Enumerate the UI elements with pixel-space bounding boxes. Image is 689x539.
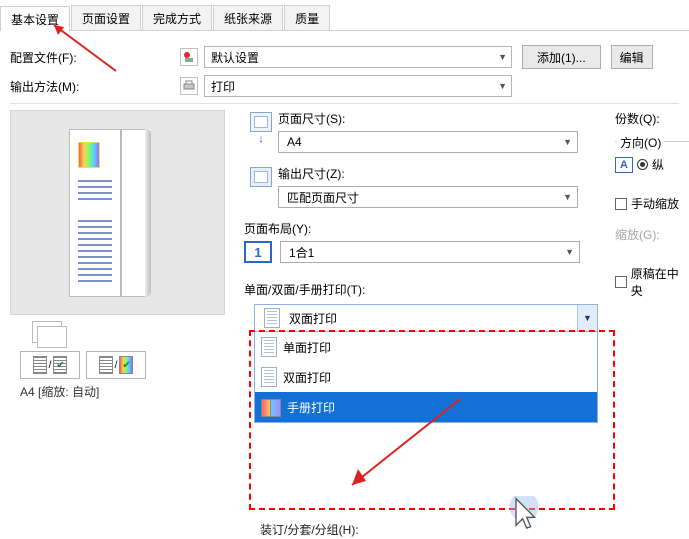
duplex-option-double[interactable]: 双面打印 [255, 362, 597, 392]
portrait-icon: A [615, 157, 633, 173]
single-page-icon [261, 337, 277, 357]
duplex-select[interactable]: 双面打印 ▼ [254, 304, 598, 332]
chevron-down-icon[interactable]: ▼ [577, 305, 597, 331]
edit-button[interactable]: 编辑 [611, 45, 653, 69]
copies-label: 份数(Q): [615, 110, 689, 127]
layout-value: 1合1 [289, 244, 314, 261]
add-button[interactable]: 添加(1)... [522, 45, 601, 69]
option-label: 双面打印 [283, 369, 331, 386]
chevron-down-icon: ▼ [565, 247, 574, 257]
chevron-down-icon: ▼ [563, 137, 572, 147]
binding-label: 装订/分套/分组(H): [260, 521, 359, 538]
page-size-value: A4 [287, 135, 302, 149]
preview-caption: A4 [缩放: 自动] [20, 383, 230, 400]
portrait-radio[interactable] [637, 159, 648, 170]
right-column: 份数(Q): 方向(O) A 纵 手动缩放 缩放(G): 原稿在中央 [615, 110, 689, 313]
output-size-value: 匹配页面尺寸 [287, 189, 359, 206]
option-label: 手册打印 [287, 399, 335, 416]
page-size-select[interactable]: A4 ▼ [278, 131, 578, 153]
original-center-checkbox[interactable] [615, 276, 627, 288]
booklet-icon [261, 399, 281, 415]
mono-toggle-left[interactable]: / [20, 351, 80, 379]
preview-pane: / / A4 [缩放: 自动] [0, 110, 230, 435]
profile-icon [180, 48, 198, 66]
orientation-label: 方向(O) [617, 134, 664, 151]
double-page-icon [261, 367, 277, 387]
printer-icon [180, 77, 198, 95]
manual-scale-label: 手动缩放 [631, 195, 679, 212]
output-method-value: 打印 [211, 78, 235, 95]
manual-scale-checkbox[interactable] [615, 198, 627, 210]
tab-paper[interactable]: 纸张来源 [213, 5, 283, 30]
annotation-arrow-2 [340, 393, 480, 503]
option-label: 单面打印 [283, 339, 331, 356]
duplex-icon [261, 308, 283, 328]
duplex-option-single[interactable]: 单面打印 [255, 332, 597, 362]
duplex-value: 双面打印 [289, 310, 337, 327]
profile-select[interactable]: 默认设置 ▼ [204, 46, 512, 68]
layout-select[interactable]: 1合1 ▼ [280, 241, 580, 263]
scaling-label: 缩放(G): [615, 226, 689, 243]
output-size-select[interactable]: 匹配页面尺寸 ▼ [278, 186, 578, 208]
original-center-label: 原稿在中央 [631, 265, 689, 299]
down-arrow-icon: ↓ [258, 133, 264, 145]
preview-frame [10, 110, 225, 315]
output-method-select[interactable]: 打印 ▼ [204, 75, 512, 97]
cursor-icon [508, 496, 540, 536]
profile-value: 默认设置 [211, 49, 259, 66]
chevron-down-icon: ▼ [563, 192, 572, 202]
color-toggle-right[interactable]: / [86, 351, 146, 379]
portrait-label: 纵 [652, 156, 664, 173]
chevron-down-icon: ▼ [498, 52, 507, 62]
tab-quality[interactable]: 质量 [284, 5, 330, 30]
annotation-arrow-1 [46, 19, 126, 79]
output-size-icon [250, 167, 272, 187]
output-method-label: 输出方法(M): [10, 78, 180, 95]
layout-number-box: 1 [244, 241, 272, 263]
tab-finish[interactable]: 完成方式 [142, 5, 212, 30]
chevron-down-icon: ▼ [498, 81, 507, 91]
page-stack-icon [32, 321, 230, 343]
page-size-icon [250, 112, 272, 132]
